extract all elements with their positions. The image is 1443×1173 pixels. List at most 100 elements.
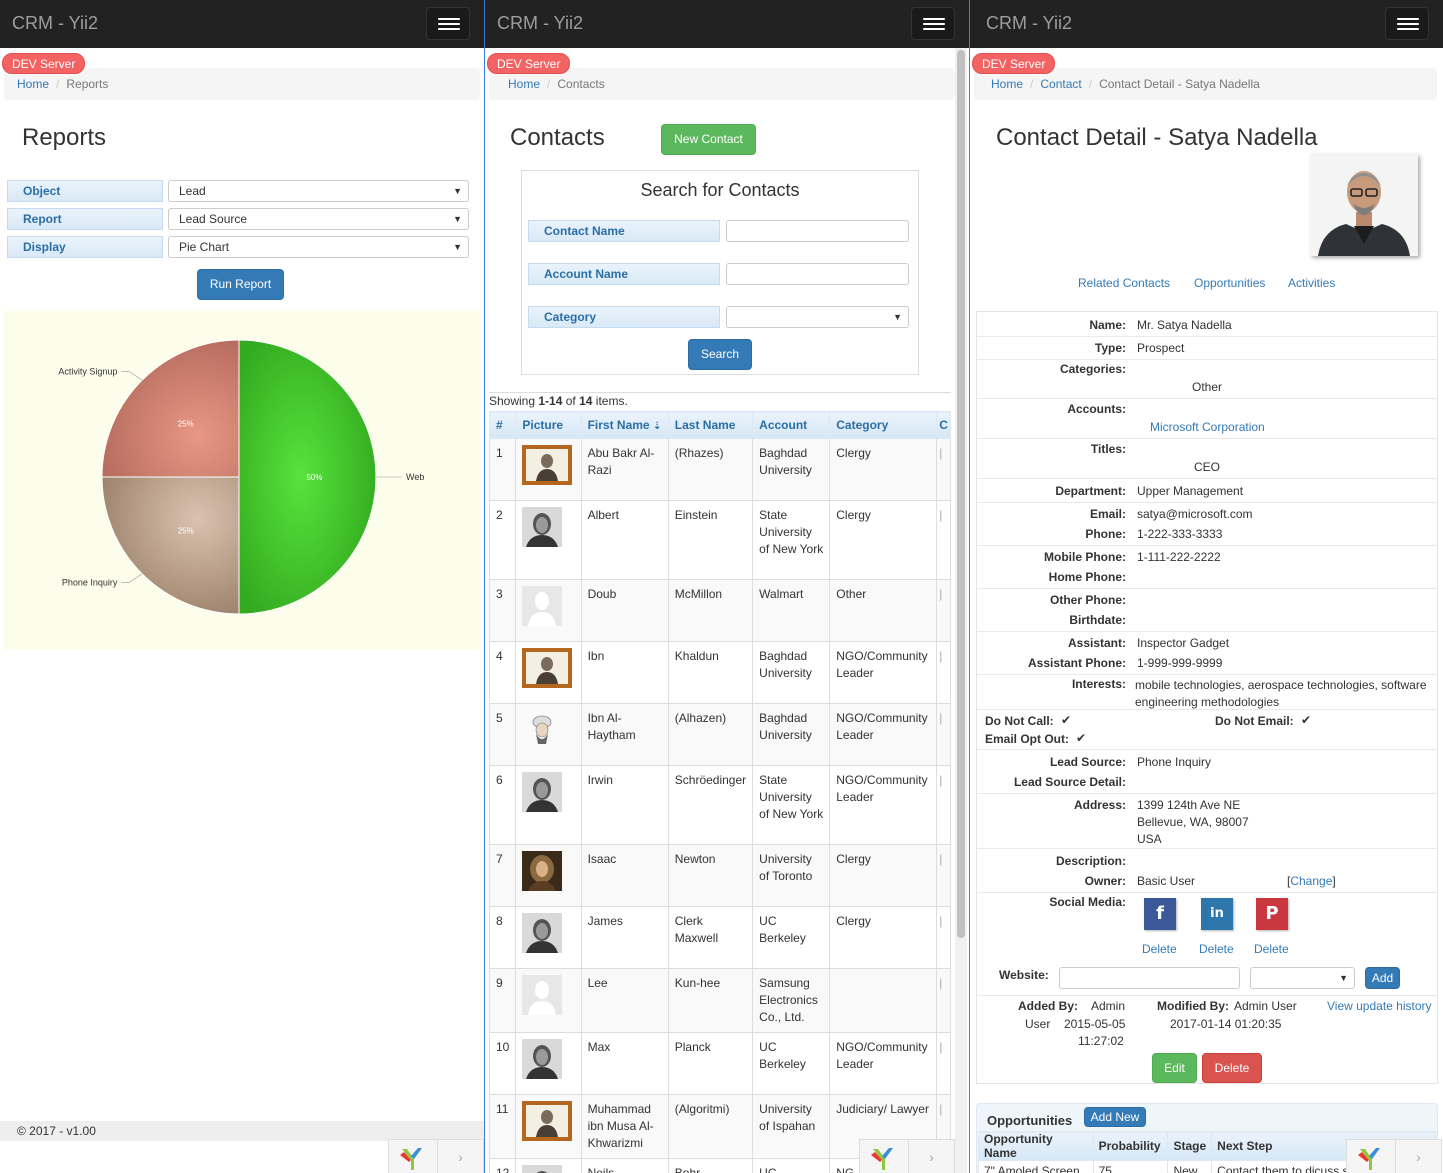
scrollbar-thumb[interactable]: [957, 50, 965, 938]
accounts-value[interactable]: Microsoft Corporation: [1150, 420, 1265, 434]
cell-num: 11: [488, 1094, 517, 1159]
opp-col-probability[interactable]: Probability: [1092, 1131, 1169, 1161]
cell-picture: [515, 1158, 582, 1173]
col-num[interactable]: #: [488, 411, 517, 439]
cell-extra: |: [936, 703, 951, 766]
website-type-select[interactable]: ▼: [1250, 967, 1355, 989]
yii-debug-toolbar[interactable]: ›: [388, 1139, 484, 1173]
search-button[interactable]: Search: [688, 339, 752, 370]
delete-button[interactable]: Delete: [1202, 1053, 1262, 1083]
menu-toggle-button[interactable]: [426, 7, 470, 40]
table-row[interactable]: 8 James Clerk Maxwell UC Berkeley Clergy |: [488, 906, 951, 969]
category-select[interactable]: ▼: [726, 306, 909, 328]
account-name-input[interactable]: [726, 263, 909, 285]
table-row[interactable]: 4 Ibn Khaldun Baghdad University NGO/Communi…: [488, 641, 951, 704]
facebook-icon[interactable]: f: [1144, 898, 1176, 930]
change-owner-link[interactable]: Change: [1290, 874, 1332, 888]
menu-toggle-button[interactable]: [911, 7, 955, 40]
yii-debug-toolbar[interactable]: ›: [1346, 1139, 1442, 1173]
search-panel: Search for Contacts Contact Name Account…: [521, 170, 919, 375]
col-picture[interactable]: Picture: [515, 411, 582, 439]
cell-picture: [515, 579, 582, 642]
pie-percent-label: 25%: [178, 526, 194, 535]
cell-first-name: Max: [580, 1032, 669, 1095]
add-website-button[interactable]: Add: [1365, 967, 1400, 989]
brand[interactable]: CRM - Yii2: [12, 13, 98, 34]
cell-account: UC Berkeley: [752, 906, 831, 969]
contacts-table: # Picture First Name ⇣ Last Name Account…: [488, 411, 951, 1173]
breadcrumb-home[interactable]: Home: [508, 77, 540, 91]
cell-picture: [515, 906, 582, 969]
table-row[interactable]: 7 Isaac Newton University of Toronto Clergy |: [488, 844, 951, 907]
pinterest-icon[interactable]: P: [1256, 898, 1288, 930]
yii-logo-icon[interactable]: [870, 1146, 896, 1172]
assistant-value: Inspector Gadget: [1137, 636, 1230, 650]
brand[interactable]: CRM - Yii2: [497, 13, 583, 34]
table-row[interactable]: 5 Ibn Al-Haytham (Alhazen) Baghdad Universi…: [488, 703, 951, 766]
account-name-label: Account Name: [528, 263, 720, 285]
pie-slice-activity-signup[interactable]: [101, 339, 240, 478]
tab-opportunities[interactable]: Opportunities: [1194, 276, 1265, 290]
new-contact-button[interactable]: New Contact: [661, 124, 756, 155]
opp-col-opportunity-name[interactable]: Opportunity Name: [978, 1131, 1094, 1161]
breadcrumb-home[interactable]: Home: [17, 77, 49, 91]
chevron-right-icon[interactable]: ›: [1395, 1140, 1441, 1173]
table-row[interactable]: 6 Irwin Schröedinger State University of Ne…: [488, 765, 951, 845]
col-category[interactable]: Category: [829, 411, 938, 439]
chevron-right-icon[interactable]: ›: [908, 1140, 954, 1173]
breadcrumb-current: Contact Detail - Satya Nadella: [1099, 77, 1260, 91]
delete-social-link[interactable]: Delete: [1142, 942, 1177, 956]
cell-num: 3: [488, 579, 517, 642]
table-row[interactable]: 2 Albert Einstein State University of New Y…: [488, 500, 951, 580]
table-row[interactable]: 1 Abu Bakr Al-Razi (Rhazes) Baghdad Univers…: [488, 438, 951, 501]
delete-social-link[interactable]: Delete: [1254, 942, 1289, 956]
department-value: Upper Management: [1137, 484, 1244, 498]
sort-asc-icon: ⇣: [652, 421, 662, 432]
opp-col-stage[interactable]: Stage: [1167, 1131, 1213, 1161]
edit-button[interactable]: Edit: [1152, 1053, 1197, 1083]
scrollbar[interactable]: [955, 48, 967, 1173]
delete-social-link[interactable]: Delete: [1199, 942, 1234, 956]
cell-picture: [515, 641, 582, 704]
brand[interactable]: CRM - Yii2: [986, 13, 1072, 34]
col-last-name[interactable]: Last Name: [667, 411, 754, 439]
tab-activities[interactable]: Activities: [1288, 276, 1335, 290]
add-opportunity-button[interactable]: Add New: [1084, 1107, 1146, 1127]
table-row[interactable]: 9 Lee Kun-hee Samsung Electronics Co., Ltd.…: [488, 968, 951, 1033]
yii-logo-icon[interactable]: [1357, 1146, 1383, 1172]
pie-chart-area: 50% Web 25% Phone Inquiry 25% Activity Signup: [4, 311, 480, 650]
table-row[interactable]: 3 Doub McMillon Walmart Other |: [488, 579, 951, 642]
pie-chart: 50% Web 25% Phone Inquiry 25% Activity Signup: [58, 339, 424, 615]
modified-by: Admin User: [1234, 999, 1297, 1013]
object-select[interactable]: Lead ▼: [168, 180, 469, 202]
cell-first-name: Abu Bakr Al-Razi: [580, 438, 669, 501]
pie-slice-phone-inquiry[interactable]: [101, 476, 240, 615]
object-label: Object: [7, 180, 163, 202]
col-account[interactable]: Account: [752, 411, 831, 439]
menu-toggle-button[interactable]: [1385, 7, 1429, 40]
table-row[interactable]: 10 Max Planck UC Berkeley NGO/Community Lead…: [488, 1032, 951, 1095]
view-update-history-link[interactable]: View update history: [1327, 999, 1432, 1013]
chevron-down-icon: ▼: [1339, 973, 1348, 983]
cell-account: Baghdad University: [752, 641, 831, 704]
breadcrumb-home[interactable]: Home: [991, 77, 1023, 91]
display-select[interactable]: Pie Chart ▼: [168, 236, 469, 258]
website-input[interactable]: [1059, 967, 1240, 989]
cell-account: Samsung Electronics Co., Ltd.: [752, 968, 831, 1033]
run-report-button[interactable]: Run Report: [197, 269, 284, 300]
tab-related-contacts[interactable]: Related Contacts: [1078, 276, 1170, 290]
linkedin-icon[interactable]: in: [1201, 898, 1233, 930]
yii-logo-icon[interactable]: [399, 1146, 425, 1172]
cell-extra: |: [936, 1032, 951, 1095]
report-select[interactable]: Lead Source ▼: [168, 208, 469, 230]
chevron-down-icon: ▼: [453, 186, 462, 196]
yii-debug-toolbar[interactable]: ›: [859, 1139, 955, 1173]
chevron-right-icon[interactable]: ›: [437, 1140, 483, 1173]
contact-name-label: Contact Name: [528, 220, 720, 242]
contact-name-input[interactable]: [726, 220, 909, 242]
col-first-name[interactable]: First Name ⇣: [580, 411, 669, 439]
col-extra[interactable]: C: [936, 411, 951, 439]
breadcrumb-contact[interactable]: Contact: [1040, 77, 1081, 91]
added-time: 11:27:02: [1078, 1034, 1124, 1048]
phone-label: Phone:: [1085, 527, 1126, 541]
